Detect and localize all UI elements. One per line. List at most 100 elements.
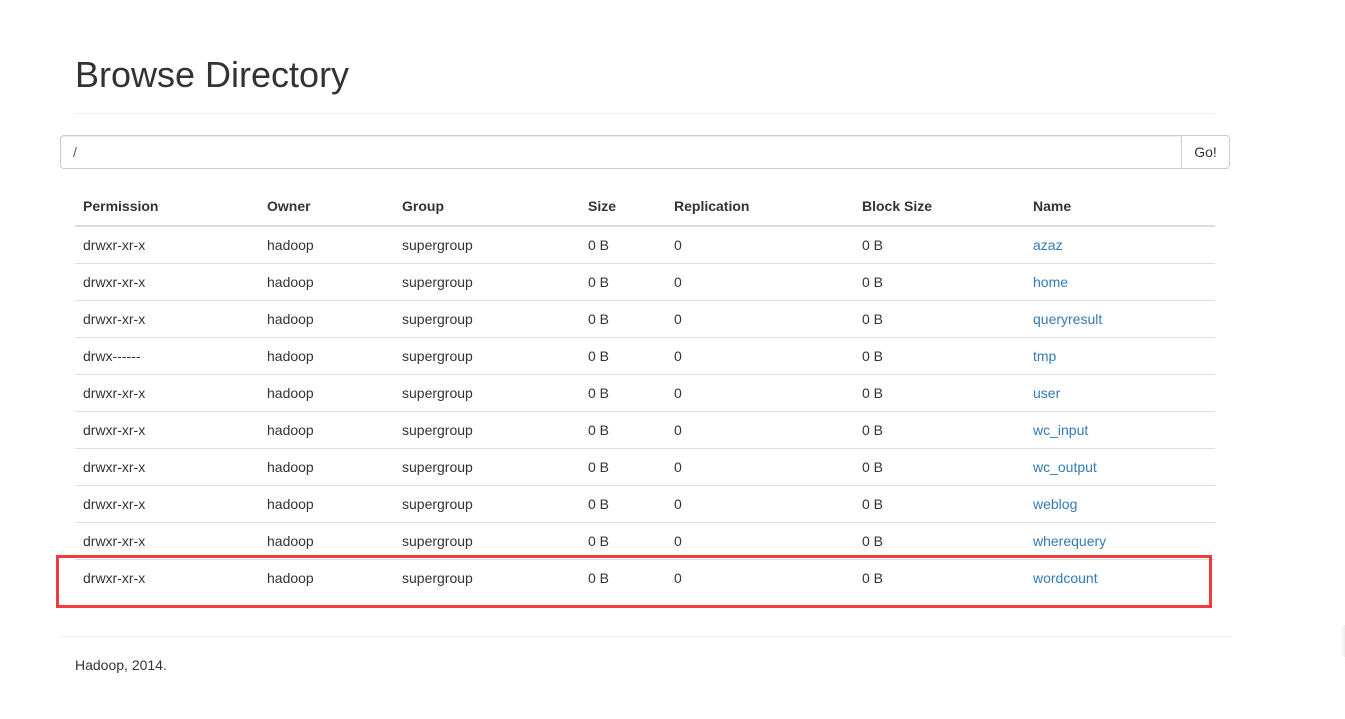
- cell-replication: 0: [666, 337, 854, 375]
- cell-owner: hadoop: [259, 485, 394, 523]
- directory-link[interactable]: azaz: [1033, 237, 1063, 253]
- cell-group: supergroup: [394, 263, 580, 301]
- table-row: drwxr-xr-x hadoop supergroup 0 B00 Bwc_outp…: [75, 448, 1215, 486]
- cell-replication: 0: [666, 263, 854, 301]
- cell-block-size: 0 B: [854, 411, 1025, 449]
- cell-name: user: [1025, 374, 1215, 412]
- directory-link[interactable]: weblog: [1033, 496, 1077, 512]
- cell-owner: hadoop: [259, 411, 394, 449]
- cell-size: 0 B: [580, 559, 666, 596]
- cell-group: supergroup: [394, 300, 580, 338]
- cell-group: supergroup: [394, 448, 580, 486]
- cell-replication: 0: [666, 559, 854, 596]
- directory-link[interactable]: wc_output: [1033, 459, 1097, 475]
- cell-replication: 0: [674, 237, 682, 253]
- directory-link[interactable]: wherequery: [1033, 533, 1106, 549]
- cell-name: tmp: [1025, 337, 1215, 375]
- cell-size: 0 B: [580, 300, 666, 338]
- go-button[interactable]: Go!: [1181, 135, 1230, 169]
- column-header-size[interactable]: Size: [580, 187, 666, 227]
- cell-name: azaz: [1025, 226, 1215, 264]
- directory-link[interactable]: tmp: [1033, 348, 1056, 364]
- column-header-block-size[interactable]: Block Size: [854, 187, 1025, 227]
- cell-name: wherequery: [1025, 522, 1215, 560]
- directory-link[interactable]: wc_input: [1033, 422, 1088, 438]
- cell-replication: 0: [666, 300, 854, 338]
- directory-listing-table: Permission Owner Group Size Replication …: [75, 187, 1215, 596]
- page-title: Browse Directory: [75, 54, 350, 95]
- directory-link[interactable]: user: [1033, 385, 1060, 401]
- cell-replication: 0: [666, 411, 854, 449]
- column-header-owner[interactable]: Owner: [259, 187, 394, 227]
- cell-block-size: 0 B: [854, 522, 1025, 560]
- cell-owner: hadoop: [259, 263, 394, 301]
- cell-permission: drwxr-xr-x: [75, 522, 259, 560]
- column-header-name[interactable]: Name: [1025, 187, 1215, 227]
- page-header: Browse Directory: [75, 0, 1215, 114]
- table-row: drwxr-xr-x hadoop supergroup 0 B00 Buser: [75, 374, 1215, 412]
- cell-permission: drwxr-xr-x: [75, 300, 259, 338]
- cell-group: supergroup: [394, 411, 580, 449]
- directory-path-input[interactable]: [60, 135, 1181, 169]
- cell-permission: drwxr-xr-x: [75, 559, 259, 596]
- footer-text: Hadoop, 2014.: [75, 657, 167, 673]
- table-row: drwxr-xr-x hadoop supergroup 0 B00 Bqueryre…: [75, 300, 1215, 338]
- cell-size: 0 B: [588, 237, 610, 253]
- cell-owner: hadoop: [259, 300, 394, 338]
- cell-block-size: 0 B: [854, 263, 1025, 301]
- page-container: Browse Directory: [60, 0, 1230, 114]
- cell-permission: drwxr-xr-x: [75, 448, 259, 486]
- cell-name: wc_output: [1025, 448, 1215, 486]
- cell-name: wc_input: [1025, 411, 1215, 449]
- table-row: drwxr-xr-x hadoop supergroup 0 B 0 0 B azaz: [75, 226, 1215, 264]
- cell-permission: drwxr-xr-x: [83, 237, 146, 253]
- column-header-permission[interactable]: Permission: [75, 187, 259, 227]
- cell-owner: hadoop: [259, 559, 394, 596]
- cell-block-size: 0 B: [854, 337, 1025, 375]
- cell-permission: drwxr-xr-x: [75, 485, 259, 523]
- cell-name: weblog: [1025, 485, 1215, 523]
- cell-replication: 0: [666, 374, 854, 412]
- cell-size: 0 B: [580, 337, 666, 375]
- table-row: drwxr-xr-x hadoop supergroup 0 B00 Bweblog: [75, 485, 1215, 523]
- table-row: drwxr-xr-x hadoop supergroup 0 B00 Bwherequ…: [75, 522, 1215, 560]
- table-row: drwxr-xr-x hadoop supergroup 0 B00 Bwc_inpu…: [75, 411, 1215, 449]
- directory-link[interactable]: queryresult: [1033, 311, 1102, 327]
- table-header-row: Permission Owner Group Size Replication …: [75, 187, 1215, 227]
- cell-size: 0 B: [580, 263, 666, 301]
- path-bar: Go!: [60, 135, 1230, 169]
- directory-link[interactable]: wordcount: [1033, 570, 1098, 586]
- cell-permission: drwxr-xr-x: [75, 374, 259, 412]
- column-header-replication[interactable]: Replication: [666, 187, 854, 227]
- cell-group: supergroup: [402, 237, 473, 253]
- cell-size: 0 B: [580, 374, 666, 412]
- cell-block-size: 0 B: [862, 237, 884, 253]
- cell-owner: hadoop: [259, 374, 394, 412]
- table-row: drwx------ hadoop supergroup 0 B00 Btmp: [75, 337, 1215, 375]
- cell-owner: hadoop: [259, 448, 394, 486]
- footer-divider: [60, 636, 1230, 637]
- table-row: drwxr-xr-x hadoop supergroup 0 B00 Bhome: [75, 263, 1215, 301]
- cell-group: supergroup: [394, 374, 580, 412]
- cell-block-size: 0 B: [854, 485, 1025, 523]
- cell-permission: drwxr-xr-x: [75, 411, 259, 449]
- directory-link[interactable]: home: [1033, 274, 1068, 290]
- cell-block-size: 0 B: [854, 448, 1025, 486]
- cell-replication: 0: [666, 485, 854, 523]
- cell-block-size: 0 B: [854, 300, 1025, 338]
- cell-block-size: 0 B: [854, 374, 1025, 412]
- cell-name: wordcount: [1025, 559, 1215, 596]
- cell-replication: 0: [666, 448, 854, 486]
- cell-permission: drwx------: [75, 337, 259, 375]
- column-header-group[interactable]: Group: [394, 187, 580, 227]
- cell-replication: 0: [666, 522, 854, 560]
- cell-size: 0 B: [580, 522, 666, 560]
- cell-name: home: [1025, 263, 1215, 301]
- table-body: drwxr-xr-x hadoop supergroup 0 B00 Bazaz drw…: [75, 226, 1215, 596]
- cell-permission: drwxr-xr-x: [75, 263, 259, 301]
- cell-size: 0 B: [580, 448, 666, 486]
- scroll-edge-indicator: [1341, 625, 1345, 657]
- cell-size: 0 B: [580, 411, 666, 449]
- cell-block-size: 0 B: [854, 559, 1025, 596]
- cell-group: supergroup: [394, 559, 580, 596]
